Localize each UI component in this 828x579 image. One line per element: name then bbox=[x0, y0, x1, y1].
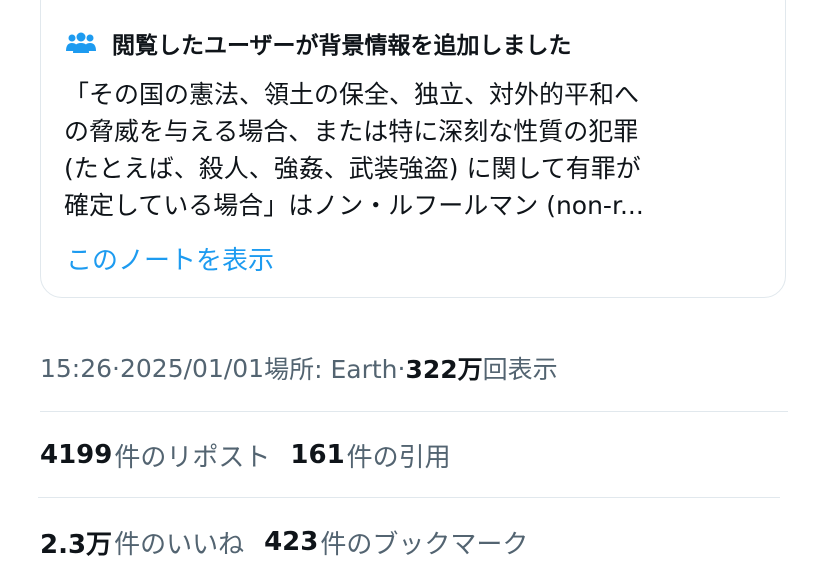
note-text-line: の脅威を与える場合、または特に深刻な性質の犯罪 bbox=[64, 117, 639, 146]
post-location: 場所: Earth bbox=[264, 355, 398, 384]
community-note-title: 閲覧したユーザーが背景情報を追加しました bbox=[112, 33, 572, 59]
divider bbox=[40, 411, 788, 412]
quotes-count: 161 bbox=[290, 440, 345, 470]
note-text-line: 確定している場合」はノン・ルフールマン (non-r... bbox=[64, 191, 644, 220]
likes-stat[interactable]: 2.3万 件のいいね bbox=[40, 524, 244, 561]
reposts-stat[interactable]: 4199 件のリポスト bbox=[40, 437, 270, 474]
divider bbox=[38, 497, 780, 498]
show-note-link[interactable]: このノートを表示 bbox=[66, 240, 274, 277]
quotes-label: 件の引用 bbox=[346, 442, 451, 473]
note-text-line: 「その国の憲法、領土の保全、独立、対外的平和へ bbox=[64, 80, 640, 109]
quotes-stat[interactable]: 161 件の引用 bbox=[290, 437, 450, 474]
bookmarks-stat[interactable]: 423 件のブックマーク bbox=[264, 524, 528, 561]
views-label: 回表示 bbox=[482, 355, 558, 384]
people-icon bbox=[66, 31, 96, 55]
meta-separator: · bbox=[112, 353, 120, 383]
reposts-label: 件のリポスト bbox=[114, 442, 271, 473]
likes-count: 2.3万 bbox=[40, 529, 113, 560]
engagement-row-reposts: 4199 件のリポスト 161 件の引用 bbox=[40, 436, 471, 474]
bookmarks-label: 件のブックマーク bbox=[320, 529, 529, 560]
note-text-line: (たとえば、殺人、強姦、武装強盗) に関して有罪が bbox=[64, 154, 641, 183]
likes-label: 件のいいね bbox=[114, 529, 245, 560]
reposts-count: 4199 bbox=[40, 440, 113, 470]
bookmarks-count: 423 bbox=[264, 527, 319, 557]
post-time[interactable]: 15:26 bbox=[40, 354, 112, 383]
views-count: 322万 bbox=[405, 355, 483, 384]
engagement-row-likes: 2.3万 件のいいね 423 件のブックマーク bbox=[40, 523, 548, 561]
community-note-header: 閲覧したユーザーが背景情報を追加しました bbox=[66, 27, 572, 59]
community-note-body: 「その国の憲法、領土の保全、独立、対外的平和へ の脅威を与える場合、または特に深… bbox=[64, 76, 764, 224]
post-meta-row: 15:26 · 2025/01/01 場所: Earth · 322万 回表示 bbox=[40, 350, 558, 386]
meta-separator: · bbox=[397, 353, 406, 383]
post-date[interactable]: 2025/01/01 bbox=[120, 354, 264, 383]
